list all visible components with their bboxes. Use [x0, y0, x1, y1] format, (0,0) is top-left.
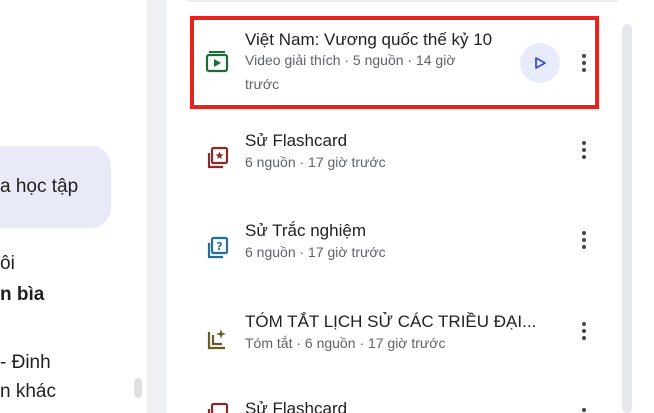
more-options-icon[interactable] — [574, 319, 594, 343]
item-title: Sử Flashcard — [245, 131, 348, 150]
item-meta: Video giải thích · 5 nguồn · 14 giờ — [245, 52, 456, 68]
chat-text-fragment: - Đinh — [0, 352, 51, 373]
more-options-icon[interactable] — [574, 228, 594, 252]
item-meta: Tóm tắt · 6 nguồn · 17 giờ trước — [245, 335, 446, 351]
item-meta: 6 nguồn · 17 giờ trước — [245, 244, 386, 260]
item-title: TÓM TẮT LỊCH SỬ CÁC TRIỀU ĐẠI... — [245, 312, 537, 331]
more-options-icon[interactable] — [574, 405, 594, 413]
play-button[interactable] — [520, 43, 560, 83]
studio-output-list: Việt Nam: Vương quốc thế kỷ 10 Video giả… — [167, 0, 654, 413]
play-icon — [535, 57, 546, 69]
more-options-icon[interactable] — [574, 138, 594, 162]
more-options-icon[interactable] — [574, 51, 594, 75]
studio-scrollbar-track[interactable] — [622, 24, 632, 413]
studio-item-flashcard[interactable]: Sử Flashcard 6 nguồn · 17 giờ trước — [186, 121, 618, 193]
item-meta: 6 nguồn · 17 giờ trước — [245, 154, 386, 170]
chat-scrollbar-thumb[interactable] — [134, 378, 142, 398]
list-top-divider — [186, 0, 618, 2]
item-title: Sử Trắc nghiệm — [245, 221, 366, 240]
quiz-icon: ? — [204, 235, 230, 261]
item-title: Việt Nam: Vương quốc thế kỷ 10 — [245, 30, 493, 49]
studio-item-quiz[interactable]: ? Sử Trắc nghiệm 6 nguồn · 17 giờ trước — [186, 211, 618, 283]
chat-text-fragment: n khác — [0, 381, 56, 402]
flashcard-icon — [204, 145, 230, 171]
video-overview-icon — [204, 48, 230, 74]
chat-pane: a học tập ôi n bìa - Đinh n khác — [0, 0, 147, 413]
svg-text:?: ? — [216, 240, 222, 253]
item-title: Sử Flashcard — [245, 399, 348, 413]
summary-icon — [204, 326, 230, 352]
chat-text-fragment: ôi — [0, 253, 15, 274]
panel-gutter — [147, 0, 167, 413]
flashcard-icon — [204, 401, 230, 413]
item-meta-continued: trước — [245, 76, 280, 92]
chat-text-fragment-bold: n bìa — [0, 284, 45, 305]
chat-text-fragment: a học tập — [0, 176, 79, 197]
studio-item-flashcard[interactable]: Sử Flashcard — [186, 391, 618, 413]
studio-item-summary[interactable]: TÓM TẮT LỊCH SỬ CÁC TRIỀU ĐẠI... Tóm tắt… — [186, 302, 618, 374]
